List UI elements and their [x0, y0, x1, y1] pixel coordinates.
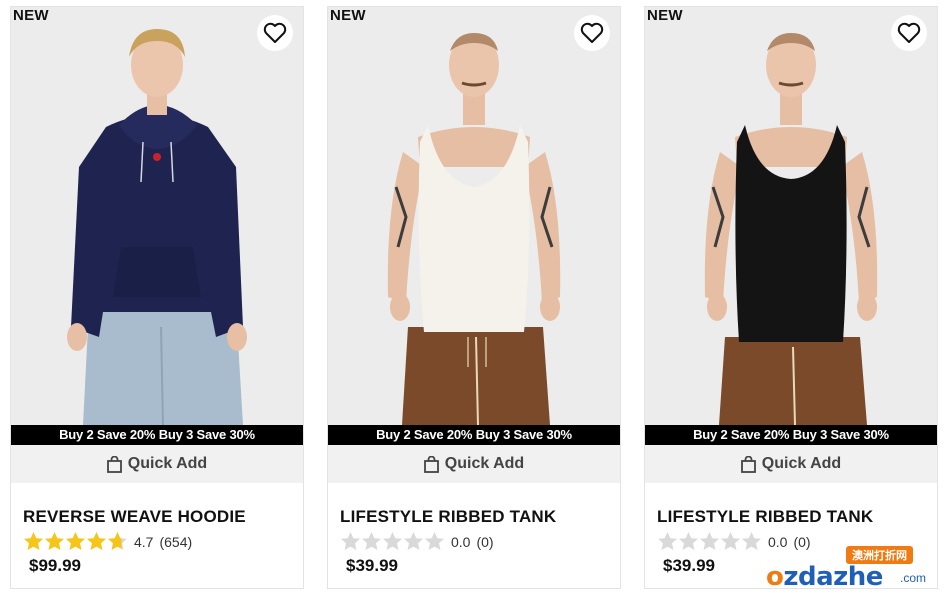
rating-stars: [657, 531, 762, 552]
product-price: $39.99: [346, 556, 398, 575]
product-title[interactable]: LIFESTYLE RIBBED TANK: [657, 507, 873, 527]
shopping-bag-icon: [423, 455, 439, 473]
heart-icon: [263, 22, 287, 43]
quick-add-button[interactable]: Quick Add: [645, 445, 937, 483]
star-icon: [24, 532, 43, 550]
star-icon: [362, 532, 381, 550]
wishlist-button[interactable]: [891, 15, 927, 51]
promo-banner: Buy 2 Save 20% Buy 3 Save 30%: [11, 425, 303, 445]
watermark-logo-main: zdazhe: [783, 562, 883, 592]
product-image[interactable]: NEW: [645, 7, 937, 425]
star-icon: [742, 532, 761, 550]
quick-add-label: Quick Add: [761, 455, 842, 472]
product-price: $99.99: [29, 556, 81, 575]
product-rating: 4.7 (654): [23, 531, 192, 552]
rating-value: 0.0: [451, 533, 471, 550]
wishlist-button[interactable]: [574, 15, 610, 51]
product-title[interactable]: REVERSE WEAVE HOODIE: [23, 507, 246, 527]
star-icon: [425, 532, 444, 550]
product-grid: NEW Buy 2 Save 20% Buy 3 Save 30% Quick …: [0, 0, 951, 601]
product-card[interactable]: NEW Buy 2 Save 20% Buy 3 Save 30% Quick …: [10, 6, 304, 589]
shopping-bag-icon: [740, 455, 756, 473]
rating-value: 4.7: [134, 533, 154, 550]
model-black-tank-figure: [704, 33, 878, 425]
new-badge: NEW: [13, 7, 49, 24]
product-image[interactable]: NEW: [11, 7, 303, 425]
new-badge: NEW: [647, 7, 683, 24]
watermark-suffix: .com: [900, 571, 927, 585]
product-card[interactable]: NEW Buy 2 Save 20% Buy 3 Save 30% Quick …: [327, 6, 621, 589]
star-icon: [721, 532, 740, 550]
promo-banner: Buy 2 Save 20% Buy 3 Save 30%: [328, 425, 620, 445]
star-icon: [45, 532, 64, 550]
product-image[interactable]: NEW: [328, 7, 620, 425]
watermark-logo: ozdazhe: [766, 562, 883, 592]
quick-add-label: Quick Add: [444, 455, 525, 472]
rating-count: (654): [159, 533, 193, 550]
star-icon: [658, 532, 677, 550]
site-watermark: 澳洲打折网 ozdazhe .com: [766, 544, 946, 596]
rating-stars: [23, 531, 128, 552]
model-hoodie-figure: [67, 29, 247, 425]
product-price: $39.99: [663, 556, 715, 575]
star-icon: [341, 532, 360, 550]
new-badge: NEW: [330, 7, 366, 24]
product-rating: 0.0 (0): [340, 531, 494, 552]
quick-add-button[interactable]: Quick Add: [11, 445, 303, 483]
product-title[interactable]: LIFESTYLE RIBBED TANK: [340, 507, 556, 527]
rating-count: (0): [476, 533, 494, 550]
star-icon: [700, 532, 719, 550]
star-icon: [108, 532, 127, 550]
star-icon: [383, 532, 402, 550]
heart-icon: [897, 22, 921, 43]
heart-icon: [580, 22, 604, 43]
star-icon: [87, 532, 106, 550]
quick-add-label: Quick Add: [127, 455, 208, 472]
model-white-tank-figure: [387, 33, 561, 425]
star-icon: [404, 532, 423, 550]
product-card[interactable]: NEW Buy 2 Save 20% Buy 3 Save 30% Quick …: [644, 6, 938, 589]
star-icon: [66, 532, 85, 550]
rating-stars: [340, 531, 445, 552]
quick-add-button[interactable]: Quick Add: [328, 445, 620, 483]
watermark-logo-o: o: [766, 562, 784, 592]
promo-banner: Buy 2 Save 20% Buy 3 Save 30%: [645, 425, 937, 445]
star-icon: [679, 532, 698, 550]
shopping-bag-icon: [106, 455, 122, 473]
wishlist-button[interactable]: [257, 15, 293, 51]
